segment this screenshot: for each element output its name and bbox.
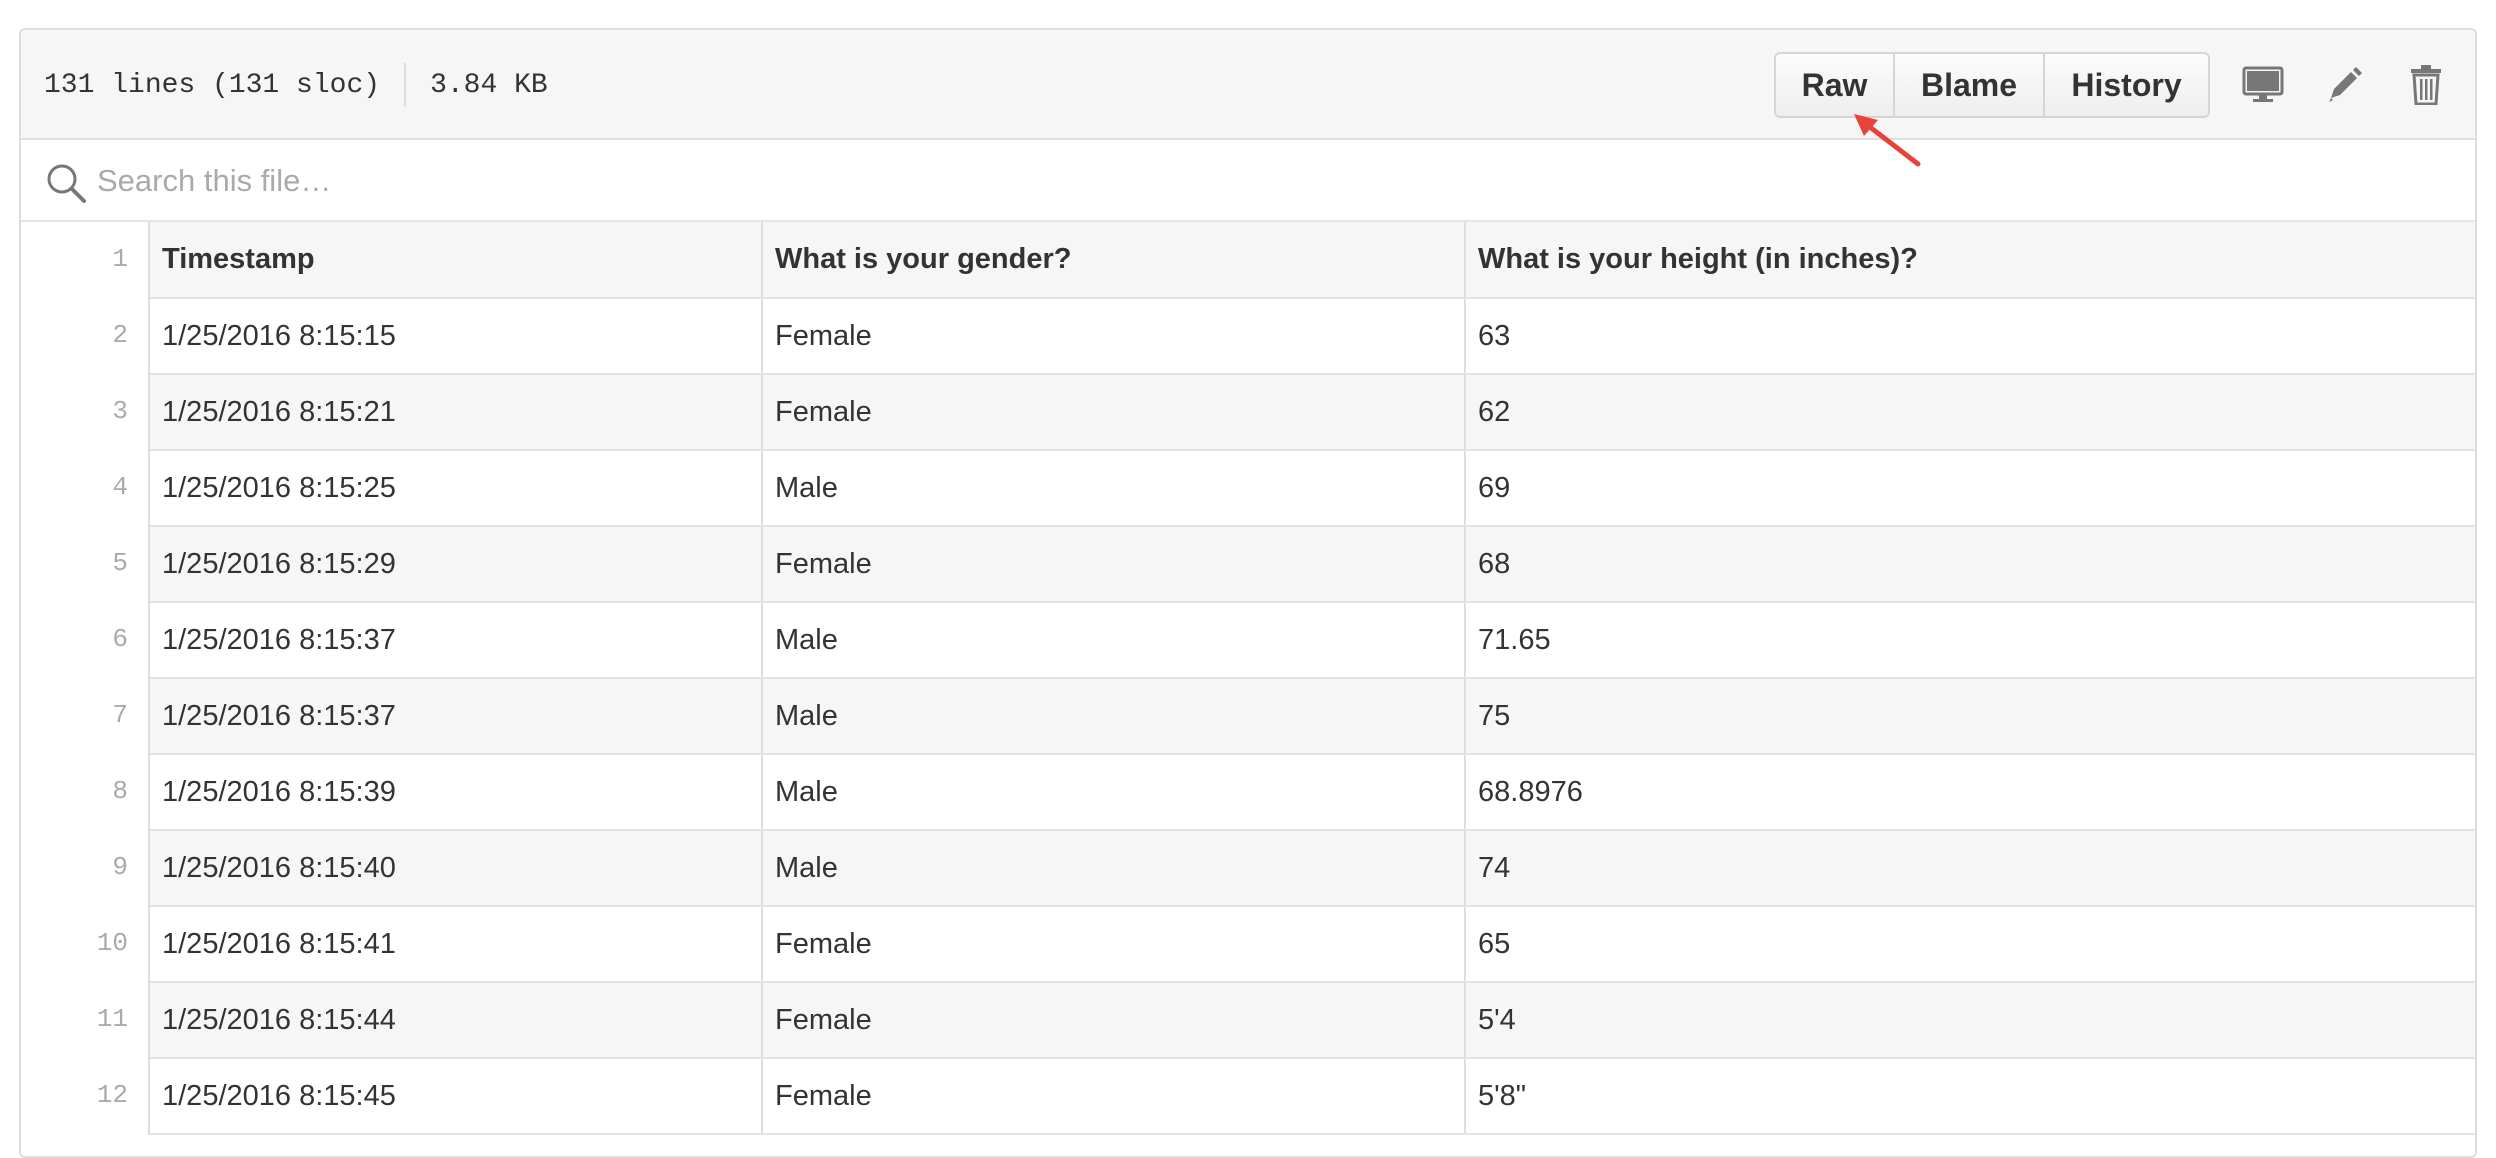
file-viewer: 131 lines (131 sloc) 3.84 KB Raw Blame H… (19, 28, 2477, 1158)
table-cell: 1/25/2016 8:15:37 (149, 602, 763, 679)
table-cell: 71.65 (1465, 602, 2475, 679)
table-row: 9 1/25/2016 8:15:40 Male 74 (21, 830, 2475, 907)
file-info-divider (404, 63, 407, 107)
table-row: 6 1/25/2016 8:15:37 Male 71.65 (21, 602, 2475, 679)
line-number[interactable]: 3 (21, 374, 150, 450)
table-cell: 63 (1465, 298, 2475, 375)
line-number[interactable]: 4 (21, 450, 150, 526)
table-cell: 1/25/2016 8:15:29 (149, 526, 763, 603)
column-header: What is your gender? (762, 222, 1466, 299)
trash-icon[interactable] (2401, 60, 2451, 110)
table-cell: 1/25/2016 8:15:21 (149, 374, 763, 451)
table-cell: Male (762, 830, 1466, 907)
search-input[interactable] (95, 156, 2399, 206)
table-cell: 75 (1465, 678, 2475, 755)
table-cell: 65 (1465, 906, 2475, 983)
raw-button[interactable]: Raw (1776, 54, 1895, 116)
table-cell: 1/25/2016 8:15:39 (149, 754, 763, 831)
desktop-icon[interactable] (2238, 60, 2288, 110)
table-row: 5 1/25/2016 8:15:29 Female 68 (21, 526, 2475, 603)
csv-table: 1 Timestamp What is your gender? What is… (21, 222, 2475, 1135)
table-row: 4 1/25/2016 8:15:25 Male 69 (21, 450, 2475, 527)
table-cell: 68 (1465, 526, 2475, 603)
table-cell: 1/25/2016 8:15:40 (149, 830, 763, 907)
table-row: 3 1/25/2016 8:15:21 Female 62 (21, 374, 2475, 451)
table-cell: Male (762, 678, 1466, 755)
table-cell: 69 (1465, 450, 2475, 527)
history-button[interactable]: History (2045, 54, 2208, 116)
table-row: 7 1/25/2016 8:15:37 Male 75 (21, 678, 2475, 755)
file-info: 131 lines (131 sloc) 3.84 KB (44, 30, 548, 140)
file-header: 131 lines (131 sloc) 3.84 KB Raw Blame H… (21, 30, 2475, 140)
table-row: 12 1/25/2016 8:15:45 Female 5'8" (21, 1058, 2475, 1135)
line-number[interactable]: 9 (21, 830, 150, 906)
blame-button[interactable]: Blame (1895, 54, 2045, 116)
table-cell: 62 (1465, 374, 2475, 451)
table-cell: 1/25/2016 8:15:37 (149, 678, 763, 755)
table-cell: Male (762, 450, 1466, 527)
table-cell: Female (762, 982, 1466, 1059)
line-number[interactable]: 12 (21, 1058, 150, 1134)
line-count: 131 lines (131 sloc) (44, 69, 381, 101)
table-header-row: 1 Timestamp What is your gender? What is… (21, 222, 2475, 299)
table-cell: 1/25/2016 8:15:41 (149, 906, 763, 983)
table-cell: 5'4 (1465, 982, 2475, 1059)
table-cell: 74 (1465, 830, 2475, 907)
line-number[interactable]: 5 (21, 526, 150, 602)
line-number[interactable]: 8 (21, 754, 150, 830)
table-cell: Female (762, 526, 1466, 603)
line-number[interactable]: 7 (21, 678, 150, 754)
table-row: 10 1/25/2016 8:15:41 Female 65 (21, 906, 2475, 983)
table-row: 8 1/25/2016 8:15:39 Male 68.8976 (21, 754, 2475, 831)
table-cell: Male (762, 754, 1466, 831)
line-number[interactable]: 1 (21, 222, 150, 298)
column-header: What is your height (in inches)? (1465, 222, 2475, 299)
annotation-arrow-icon (1854, 114, 1921, 167)
line-number[interactable]: 6 (21, 602, 150, 678)
table-cell: Male (762, 602, 1466, 679)
line-number[interactable]: 10 (21, 906, 150, 982)
table-cell: 1/25/2016 8:15:15 (149, 298, 763, 375)
table-row: 11 1/25/2016 8:15:44 Female 5'4 (21, 982, 2475, 1059)
line-number[interactable]: 2 (21, 298, 150, 374)
line-number[interactable]: 11 (21, 982, 150, 1058)
table-cell: Female (762, 298, 1466, 375)
table-cell: Female (762, 374, 1466, 451)
search-icon (47, 164, 86, 203)
table-cell: Female (762, 906, 1466, 983)
table-cell: 68.8976 (1465, 754, 2475, 831)
table-cell: 5'8" (1465, 1058, 2475, 1135)
table-cell: 1/25/2016 8:15:25 (149, 450, 763, 527)
column-header: Timestamp (149, 222, 763, 299)
pencil-icon[interactable] (2319, 60, 2369, 110)
table-row: 2 1/25/2016 8:15:15 Female 63 (21, 298, 2475, 375)
table-cell: 1/25/2016 8:15:44 (149, 982, 763, 1059)
table-cell: 1/25/2016 8:15:45 (149, 1058, 763, 1135)
table-cell: Female (762, 1058, 1466, 1135)
file-size: 3.84 KB (430, 69, 548, 101)
file-search-bar (21, 140, 2475, 222)
